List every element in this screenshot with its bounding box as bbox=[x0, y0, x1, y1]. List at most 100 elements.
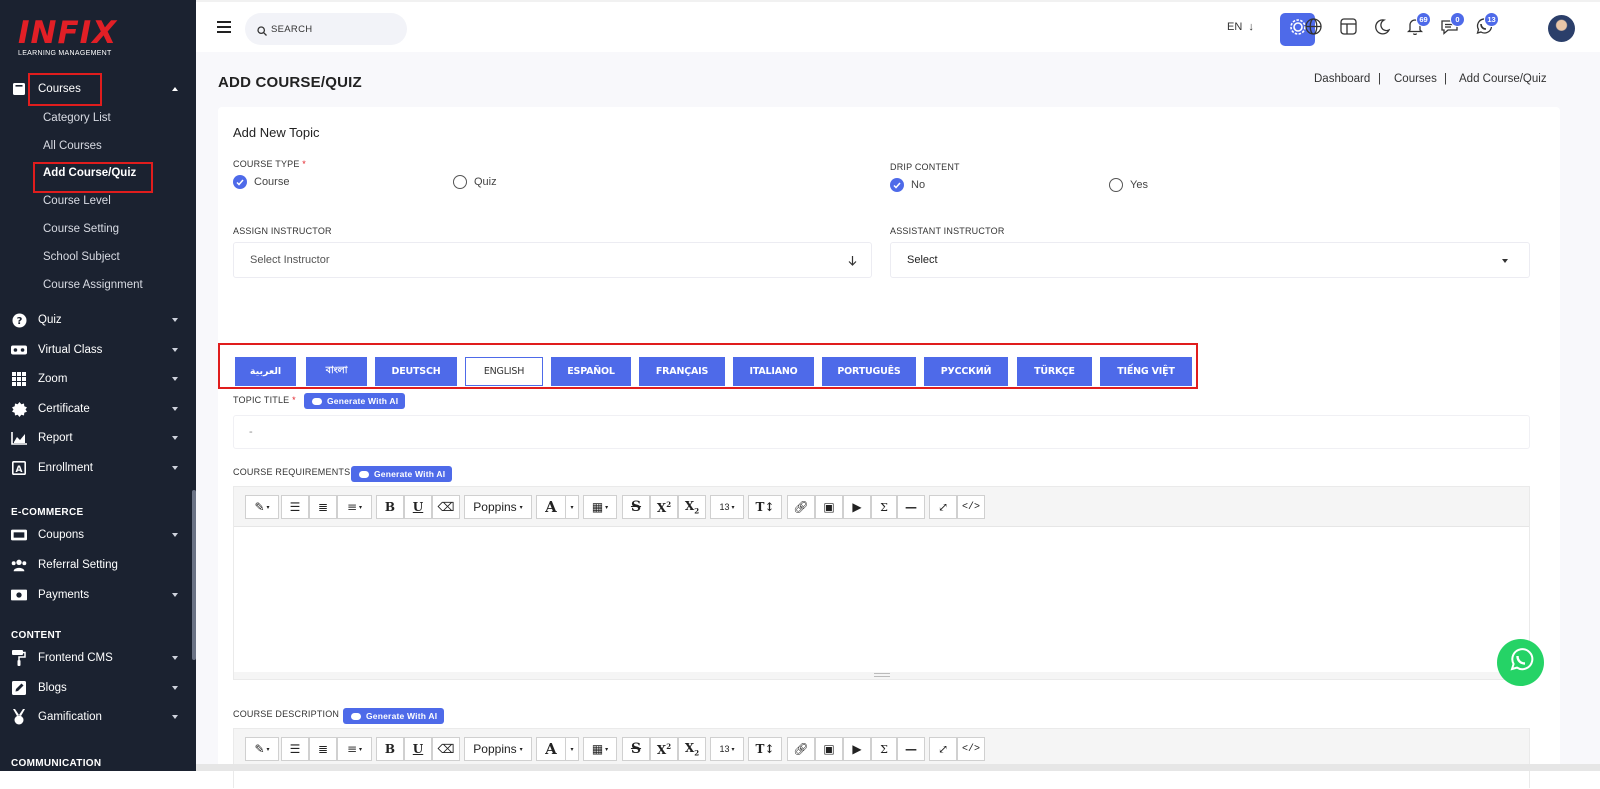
ordered-list-button[interactable]: ≣ bbox=[309, 737, 337, 761]
underline-button[interactable]: U bbox=[404, 495, 432, 519]
font-color-button[interactable]: A bbox=[536, 495, 566, 519]
subscript-button[interactable]: X2 bbox=[678, 737, 706, 761]
lang-tab-turkce[interactable]: TÜRKÇE bbox=[1017, 357, 1092, 386]
align-button[interactable]: ≡ ▾ bbox=[337, 495, 372, 519]
lang-tab-deutsch[interactable]: DEUTSCH bbox=[375, 357, 457, 386]
sidebar-item-payments[interactable]: Payments bbox=[0, 580, 196, 610]
requirements-editor-body[interactable] bbox=[234, 526, 1529, 672]
messages-button[interactable]: 0 bbox=[1436, 12, 1465, 42]
lang-tab-english[interactable]: ENGLISH bbox=[465, 357, 543, 386]
strikethrough-button[interactable]: S bbox=[622, 495, 650, 519]
magic-style-button[interactable]: ✎ ▾ bbox=[245, 495, 279, 519]
lang-tab-arabic[interactable]: العربية bbox=[235, 357, 296, 386]
sidebar-item-zoom[interactable]: Zoom bbox=[0, 364, 196, 394]
bold-button[interactable]: B bbox=[376, 495, 404, 519]
lang-tab-vietnamese[interactable]: TIẾNG VIỆT bbox=[1100, 357, 1192, 386]
lang-tab-bangla[interactable]: বাংলা bbox=[306, 357, 367, 386]
description-editor-body[interactable] bbox=[234, 768, 1529, 789]
link-button[interactable]: 🔗︎ bbox=[787, 495, 815, 519]
image-button[interactable]: ▣ bbox=[815, 737, 843, 761]
sidebar-subitem-course-setting[interactable]: Course Setting bbox=[43, 223, 119, 235]
sidebar-subitem-all-courses[interactable]: All Courses bbox=[43, 140, 102, 152]
code-view-button[interactable]: </> bbox=[957, 495, 985, 519]
font-color-button[interactable]: A bbox=[536, 737, 566, 761]
lang-tab-francais[interactable]: FRANÇAIS bbox=[639, 357, 725, 386]
horizontal-rule-button[interactable]: — bbox=[897, 495, 925, 519]
language-selector[interactable]: EN ↓ bbox=[1227, 21, 1254, 33]
math-button[interactable]: Σ bbox=[871, 495, 897, 519]
line-height-button[interactable]: T↕ bbox=[748, 495, 782, 519]
sidebar-item-frontend-cms[interactable]: Frontend CMS bbox=[0, 643, 196, 673]
sidebar-subitem-school-subject[interactable]: School Subject bbox=[43, 251, 120, 263]
font-family-select[interactable]: Poppins ▾ bbox=[464, 737, 532, 761]
superscript-button[interactable]: X2 bbox=[650, 495, 678, 519]
horizontal-rule-button[interactable]: — bbox=[897, 737, 925, 761]
font-color-dropdown[interactable]: ▾ bbox=[565, 495, 579, 519]
radio-course[interactable]: Course bbox=[233, 175, 289, 189]
fullscreen-button[interactable]: ⤢ bbox=[929, 495, 957, 519]
bold-button[interactable]: B bbox=[376, 737, 404, 761]
lang-tab-espanol[interactable]: ESPAÑOL bbox=[551, 357, 631, 386]
video-button[interactable]: ▶ bbox=[843, 737, 871, 761]
horizontal-scrollbar[interactable] bbox=[196, 764, 1600, 771]
sidebar-item-report[interactable]: Report bbox=[0, 423, 196, 453]
layout-button[interactable] bbox=[1335, 16, 1361, 42]
resize-handle[interactable] bbox=[874, 673, 890, 677]
sidebar-item-gamification[interactable]: Gamification bbox=[0, 702, 196, 732]
assign-instructor-select[interactable]: Select Instructor bbox=[233, 242, 872, 278]
notifications-button[interactable]: 69 bbox=[1402, 12, 1431, 42]
ordered-list-button[interactable]: ≣ bbox=[309, 495, 337, 519]
sidebar-subitem-course-assignment[interactable]: Course Assignment bbox=[43, 279, 143, 291]
sidebar-item-certificate[interactable]: Certificate bbox=[0, 394, 196, 424]
sidebar-subitem-course-level[interactable]: Course Level bbox=[43, 195, 111, 207]
sidebar-subitem-category-list[interactable]: Category List bbox=[43, 112, 111, 124]
generate-ai-button-title[interactable]: Generate With AI bbox=[304, 393, 406, 409]
strikethrough-button[interactable]: S bbox=[622, 737, 650, 761]
assistant-instructor-select[interactable]: Select bbox=[890, 242, 1530, 278]
search-box[interactable] bbox=[245, 13, 407, 45]
user-avatar[interactable] bbox=[1548, 15, 1575, 42]
lang-tab-italiano[interactable]: ITALIANO bbox=[733, 357, 814, 386]
whatsapp-chat-button[interactable] bbox=[1497, 639, 1544, 686]
sidebar-item-enrollment[interactable]: A Enrollment bbox=[0, 453, 196, 483]
subscript-button[interactable]: X2 bbox=[678, 495, 706, 519]
link-button[interactable]: 🔗︎ bbox=[787, 737, 815, 761]
dark-mode-button[interactable] bbox=[1369, 16, 1395, 42]
font-size-select[interactable]: 13 ▾ bbox=[710, 495, 744, 519]
whatsapp-button[interactable]: 13 bbox=[1470, 12, 1499, 42]
hamburger-menu-icon[interactable] bbox=[217, 21, 231, 33]
logo[interactable]: INFIX LEARNING MANAGEMENT bbox=[18, 18, 178, 62]
table-button[interactable]: ▦ ▾ bbox=[583, 495, 617, 519]
table-button[interactable]: ▦ ▾ bbox=[583, 737, 617, 761]
video-button[interactable]: ▶ bbox=[843, 495, 871, 519]
align-button[interactable]: ≡ ▾ bbox=[337, 737, 372, 761]
breadcrumb-courses[interactable]: Courses bbox=[1394, 73, 1437, 85]
clear-format-button[interactable]: ⌫ bbox=[432, 737, 460, 761]
lang-tab-portugues[interactable]: PORTUGUÊS bbox=[822, 357, 916, 386]
line-height-button[interactable]: T↕ bbox=[748, 737, 782, 761]
image-button[interactable]: ▣ bbox=[815, 495, 843, 519]
sidebar-item-quiz[interactable]: ? Quiz bbox=[0, 305, 196, 335]
underline-button[interactable]: U bbox=[404, 737, 432, 761]
unordered-list-button[interactable]: ☰ bbox=[281, 495, 309, 519]
math-button[interactable]: Σ bbox=[871, 737, 897, 761]
lang-tab-russian[interactable]: РУССКИЙ bbox=[924, 357, 1008, 386]
sidebar-item-blogs[interactable]: Blogs bbox=[0, 673, 196, 703]
font-size-select[interactable]: 13 ▾ bbox=[710, 737, 744, 761]
generate-ai-button-description[interactable]: Generate With AI bbox=[343, 708, 445, 724]
generate-ai-button-requirements[interactable]: Generate With AI bbox=[351, 466, 453, 482]
radio-drip-yes[interactable]: Yes bbox=[1109, 178, 1148, 192]
superscript-button[interactable]: X2 bbox=[650, 737, 678, 761]
sidebar-item-virtual-class[interactable]: Virtual Class bbox=[0, 335, 196, 365]
topic-title-input[interactable]: - bbox=[233, 415, 1530, 449]
globe-button[interactable] bbox=[1300, 16, 1326, 42]
search-input[interactable] bbox=[271, 13, 401, 45]
radio-drip-no[interactable]: No bbox=[890, 178, 925, 192]
code-view-button[interactable]: </> bbox=[957, 737, 985, 761]
radio-quiz[interactable]: Quiz bbox=[453, 175, 497, 189]
font-color-dropdown[interactable]: ▾ bbox=[565, 737, 579, 761]
magic-style-button[interactable]: ✎ ▾ bbox=[245, 737, 279, 761]
sidebar-item-coupons[interactable]: Coupons bbox=[0, 520, 196, 550]
clear-format-button[interactable]: ⌫ bbox=[432, 495, 460, 519]
unordered-list-button[interactable]: ☰ bbox=[281, 737, 309, 761]
